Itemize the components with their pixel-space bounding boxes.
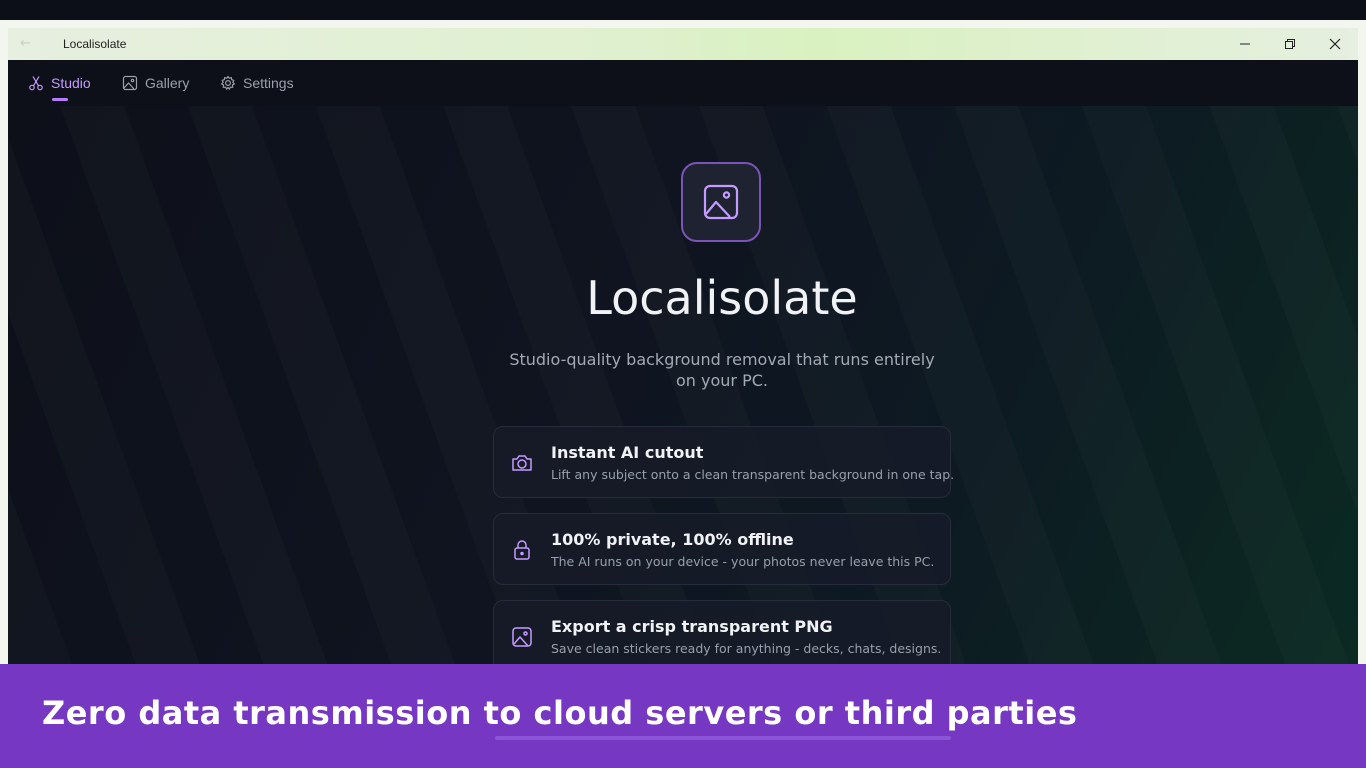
restore-icon [1285, 39, 1295, 49]
close-icon [1329, 38, 1341, 50]
tab-studio[interactable]: Studio [28, 75, 91, 91]
window-frame-right [1358, 28, 1366, 664]
app-title: Localisolate [586, 271, 858, 325]
feature-title: Instant AI cutout [551, 443, 704, 462]
app-tagline: Studio-quality background removal that r… [509, 350, 935, 390]
hidden-card-edge [495, 736, 951, 740]
app-window: ← Localisolate Studio Gallery Settings L… [8, 28, 1358, 664]
feature-card-export: Export a crisp transparent PNG Save clea… [493, 600, 951, 664]
active-tab-indicator [52, 98, 68, 101]
lock-icon [514, 540, 530, 560]
minimize-icon [1240, 43, 1250, 45]
app-logo [681, 162, 761, 242]
image-icon [703, 184, 739, 220]
tab-gallery[interactable]: Gallery [122, 75, 189, 91]
feature-card-private: 100% private, 100% offline The AI runs o… [493, 513, 951, 585]
nav-bar: Studio Gallery Settings [8, 60, 1358, 106]
image-icon [122, 75, 138, 91]
feature-title: 100% private, 100% offline [551, 530, 794, 549]
feature-description: Save clean stickers ready for anything -… [551, 641, 942, 656]
window-frame-top [0, 20, 1366, 28]
window-title: Localisolate [63, 37, 127, 51]
feature-description: Lift any subject onto a clean transparen… [551, 467, 955, 482]
gear-icon [220, 75, 236, 90]
tab-label: Settings [243, 75, 294, 91]
camera-icon [512, 455, 532, 471]
tab-label: Studio [51, 75, 91, 91]
caption-banner: Zero data transmission to cloud servers … [0, 664, 1366, 768]
minimize-button[interactable] [1222, 28, 1268, 60]
feature-description: The AI runs on your device - your photos… [551, 554, 935, 569]
image-icon [512, 627, 532, 647]
scissors-icon [29, 76, 43, 91]
window-frame-left [0, 28, 8, 664]
restore-button[interactable] [1267, 28, 1313, 60]
arrow-left-icon[interactable]: ← [20, 36, 36, 52]
tab-settings[interactable]: Settings [220, 75, 294, 91]
title-bar: ← Localisolate [8, 28, 1358, 60]
studio-content: Localisolate Studio-quality background r… [8, 106, 1358, 664]
feature-card-cutout: Instant AI cutout Lift any subject onto … [493, 426, 955, 498]
feature-title: Export a crisp transparent PNG [551, 617, 833, 636]
tab-label: Gallery [145, 75, 190, 91]
close-button[interactable] [1312, 28, 1358, 60]
banner-caption: Zero data transmission to cloud servers … [42, 694, 1078, 732]
screen-top-strip [0, 0, 1366, 20]
